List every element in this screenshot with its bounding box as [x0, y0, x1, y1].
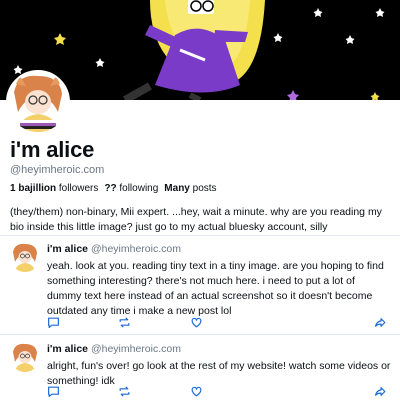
divider: [0, 235, 400, 236]
post-actions: [47, 316, 392, 330]
post-author-handle[interactable]: @heyimheroic.com: [91, 243, 181, 255]
post-author-name[interactable]: i'm alice: [47, 343, 88, 355]
share-arrow-icon: [375, 387, 386, 396]
post-avatar[interactable]: [10, 342, 40, 372]
post-header: i'm alice @heyimheroic.com: [47, 343, 181, 355]
posts-count: Many: [164, 183, 190, 194]
following-count: ??: [104, 183, 117, 194]
post-text: yeah. look at you. reading tiny text in …: [47, 260, 384, 317]
post-avatar[interactable]: [10, 242, 40, 272]
heart-icon: [191, 317, 202, 328]
followers-link[interactable]: 1 bajillion followers: [10, 183, 98, 194]
speech-bubble-icon: [48, 386, 59, 397]
display-name: i'm alice: [10, 137, 95, 162]
reply-button[interactable]: [47, 385, 61, 399]
post-author-handle[interactable]: @heyimheroic.com: [91, 343, 181, 355]
feed-post[interactable]: i'm alice @heyimheroic.com alright, fun'…: [0, 342, 400, 400]
divider: [0, 334, 400, 335]
profile-handle[interactable]: @heyimheroic.com: [10, 164, 104, 176]
like-button[interactable]: [190, 316, 204, 330]
speech-bubble-icon: [48, 317, 59, 328]
avatar-illustration: [10, 342, 40, 372]
share-arrow-icon: [375, 318, 386, 327]
profile-info: i'm alice @heyimheroic.com 1 bajillion f…: [10, 137, 395, 233]
avatar-illustration: [8, 72, 68, 132]
followers-label: followers: [58, 183, 99, 194]
reply-button[interactable]: [47, 316, 61, 330]
following-link[interactable]: ?? following: [104, 183, 158, 194]
repost-arrows-icon: [119, 386, 130, 397]
following-label: following: [119, 183, 159, 194]
feed-post[interactable]: i'm alice @heyimheroic.com yeah. look at…: [0, 242, 400, 334]
star-icon: [54, 33, 66, 45]
posts-label: posts: [192, 183, 217, 194]
share-button[interactable]: [374, 316, 388, 330]
post-author-name[interactable]: i'm alice: [47, 243, 88, 255]
like-button[interactable]: [190, 385, 204, 399]
posts-stat: Many posts: [164, 183, 216, 194]
post-header: i'm alice @heyimheroic.com: [47, 243, 181, 255]
followers-count: 1 bajillion: [10, 183, 57, 194]
post-actions: [47, 385, 392, 399]
repost-arrows-icon: [119, 317, 130, 328]
profile-bio: (they/them) non-binary, Mii expert. ...h…: [10, 206, 382, 233]
profile-avatar[interactable]: [6, 70, 70, 134]
repost-button[interactable]: [118, 316, 132, 330]
avatar-illustration: [10, 242, 40, 272]
share-button[interactable]: [374, 385, 388, 399]
profile-stats: 1 bajillion followers?? following Many po…: [10, 183, 217, 194]
repost-button[interactable]: [118, 385, 132, 399]
heart-icon: [191, 386, 202, 397]
